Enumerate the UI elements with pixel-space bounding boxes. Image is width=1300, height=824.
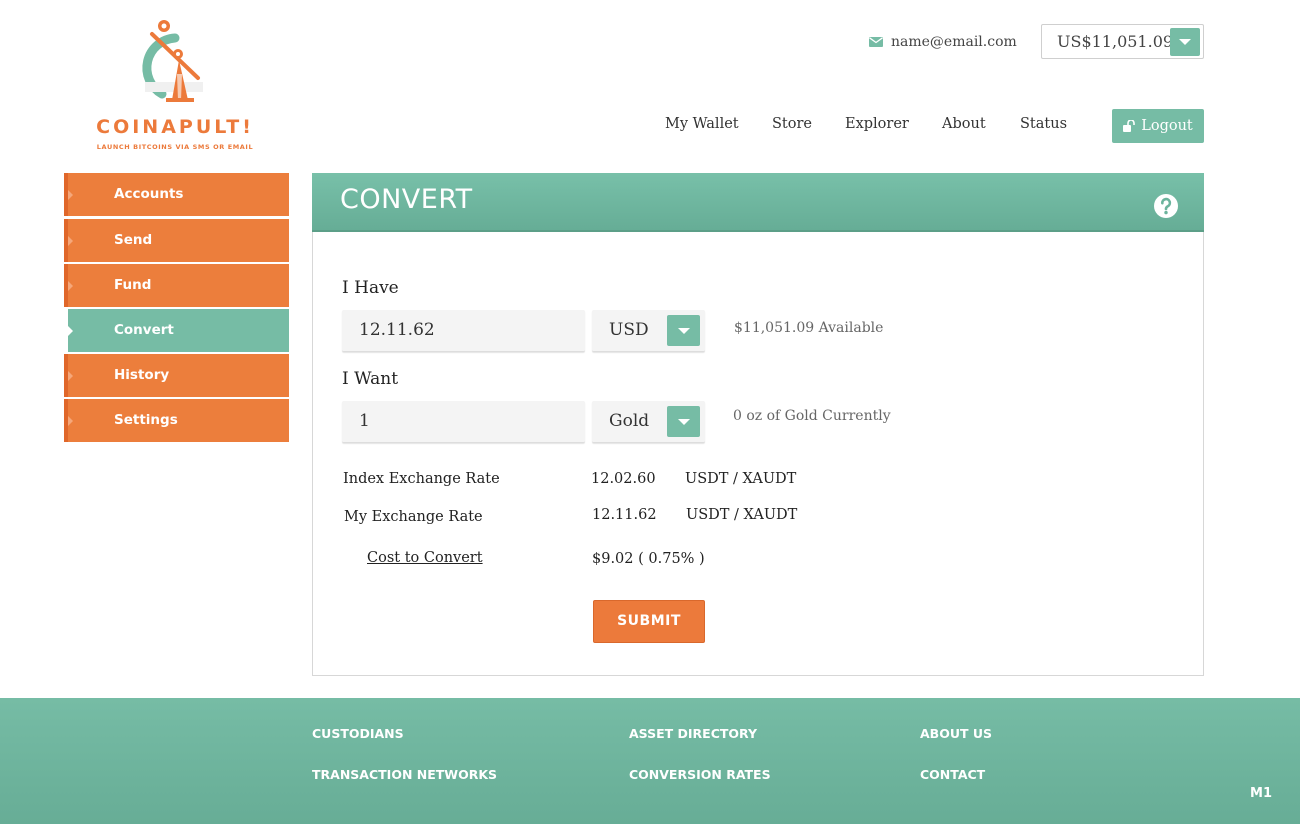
nav-status[interactable]: Status <box>1020 116 1067 132</box>
unlock-icon <box>1123 120 1136 132</box>
nav-my-wallet[interactable]: My Wallet <box>665 116 739 132</box>
envelope-icon <box>869 37 883 47</box>
submit-button[interactable]: SUBMIT <box>593 600 705 643</box>
chevron-down-icon[interactable] <box>1170 28 1200 56</box>
brand-logo[interactable]: COINAPULT! LAUNCH BITCOINS VIA SMS OR EM… <box>80 16 270 156</box>
cost-value: $9.02 ( 0.75% ) <box>592 551 705 567</box>
nav-about[interactable]: About <box>942 116 986 132</box>
nav-explorer[interactable]: Explorer <box>845 116 909 132</box>
page-title: CONVERT <box>340 184 473 215</box>
want-amount-input[interactable]: 1 <box>342 401 585 443</box>
footer-link-custodians[interactable]: CUSTODIANS <box>312 726 404 741</box>
index-rate-unit: USDT / XAUDT <box>685 471 797 487</box>
footer: CUSTODIANS TRANSACTION NETWORKS ASSET DI… <box>0 698 1300 824</box>
sidebar-item-accounts[interactable]: Accounts <box>64 173 289 216</box>
sidebar-item-history[interactable]: History <box>64 354 289 397</box>
have-currency-select[interactable]: USD <box>592 310 705 352</box>
chevron-down-icon[interactable] <box>667 406 700 437</box>
my-rate-value: 12.11.62 <box>592 507 657 523</box>
logout-button[interactable]: Logout <box>1112 109 1204 143</box>
my-rate-label: My Exchange Rate <box>344 509 483 525</box>
have-available-note: $11,051.09 Available <box>734 320 884 336</box>
footer-mark: M1 <box>1250 786 1272 801</box>
sidebar-item-send[interactable]: Send <box>64 219 289 262</box>
question-circle-icon[interactable] <box>1154 194 1178 218</box>
account-email: name@email.com <box>869 33 1017 51</box>
sidebar-item-fund[interactable]: Fund <box>64 264 289 307</box>
have-currency-value: USD <box>609 320 649 340</box>
cost-to-convert-link[interactable]: Cost to Convert <box>367 550 483 566</box>
logout-label: Logout <box>1141 118 1193 134</box>
want-currency-value: Gold <box>609 411 650 431</box>
nav-store[interactable]: Store <box>772 116 812 132</box>
panel-header: CONVERT <box>312 173 1204 232</box>
want-current-note: 0 oz of Gold Currently <box>733 408 891 424</box>
footer-link-asset-directory[interactable]: ASSET DIRECTORY <box>629 726 757 741</box>
email-text: name@email.com <box>891 34 1017 50</box>
brand-name: COINAPULT! <box>96 116 254 138</box>
index-rate-label: Index Exchange Rate <box>343 471 500 487</box>
balance-value: US$11,051.09 <box>1057 32 1174 51</box>
brand-tagline: LAUNCH BITCOINS VIA SMS OR EMAIL <box>96 143 254 151</box>
chevron-down-icon[interactable] <box>667 315 700 346</box>
footer-link-transaction-networks[interactable]: TRANSACTION NETWORKS <box>312 767 497 782</box>
index-rate-value: 12.02.60 <box>591 471 656 487</box>
want-label: I Want <box>342 369 399 389</box>
catapult-bitcoin-logo-icon <box>142 20 203 102</box>
footer-link-conversion-rates[interactable]: CONVERSION RATES <box>629 767 771 782</box>
convert-panel: CONVERT I Have 12.11.62 USD $11,051.09 A… <box>312 173 1204 676</box>
footer-link-about-us[interactable]: ABOUT US <box>920 726 992 741</box>
balance-dropdown[interactable]: US$11,051.09 <box>1041 24 1204 59</box>
have-label: I Have <box>342 278 399 298</box>
sidebar-item-convert[interactable]: Convert <box>64 309 289 352</box>
footer-link-contact[interactable]: CONTACT <box>920 767 985 782</box>
sidebar-item-settings[interactable]: Settings <box>64 399 289 442</box>
have-amount-input[interactable]: 12.11.62 <box>342 310 585 352</box>
my-rate-unit: USDT / XAUDT <box>686 507 798 523</box>
want-currency-select[interactable]: Gold <box>592 401 705 443</box>
